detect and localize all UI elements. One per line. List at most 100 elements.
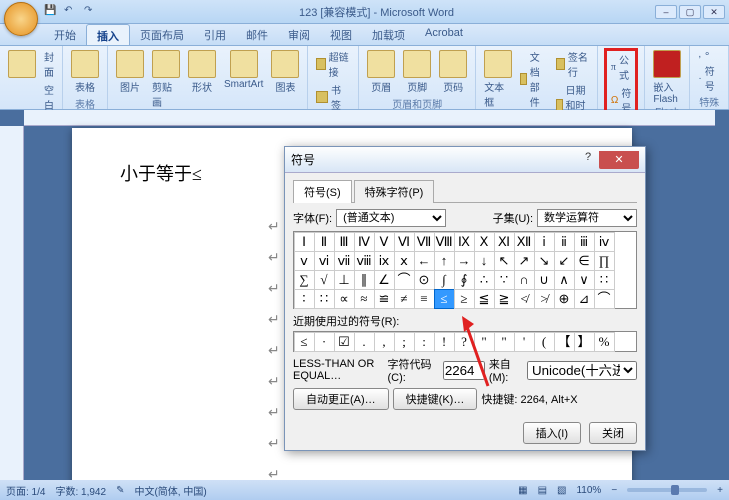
- dialog-titlebar[interactable]: 符号 ? ✕: [285, 147, 645, 173]
- symbol-cell[interactable]: Ⅻ: [514, 232, 535, 252]
- save-icon[interactable]: 💾: [44, 5, 58, 19]
- insert-button[interactable]: 插入(I): [523, 422, 581, 444]
- tab-layout[interactable]: 页面布局: [130, 24, 194, 45]
- symbol-cell[interactable]: ≧: [494, 289, 515, 309]
- cover-label[interactable]: 封面: [42, 48, 56, 80]
- hyperlink-button[interactable]: 超链接: [314, 48, 352, 80]
- cover-page-button[interactable]: [6, 48, 38, 80]
- special-symbol-button2[interactable]: · 符号: [696, 62, 722, 94]
- dialog-help-button[interactable]: ?: [577, 151, 599, 169]
- symbol-cell[interactable]: Ⅰ: [294, 232, 315, 252]
- symbol-cell[interactable]: ∫: [434, 270, 455, 290]
- symbol-cell[interactable]: ≠: [394, 289, 415, 309]
- symbol-cell[interactable]: Ⅹ: [474, 232, 495, 252]
- page-number-button[interactable]: 页码: [437, 48, 469, 96]
- symbol-cell[interactable]: √: [314, 270, 335, 290]
- symbol-cell[interactable]: ⅲ: [574, 232, 595, 252]
- symbol-cell[interactable]: ≌: [374, 289, 395, 309]
- symbol-cell[interactable]: ≮: [514, 289, 535, 309]
- maximize-button[interactable]: ▢: [679, 5, 701, 19]
- clipart-button[interactable]: 剪贴画: [150, 48, 182, 111]
- symbol-cell[interactable]: ⅹ: [394, 251, 415, 271]
- recent-symbol-cell[interactable]: :: [414, 332, 435, 352]
- code-input[interactable]: [443, 361, 485, 380]
- recent-symbol-cell[interactable]: ,: [374, 332, 395, 352]
- symbol-cell[interactable]: ∑: [294, 270, 315, 290]
- symbol-cell[interactable]: ⅵ: [314, 251, 335, 271]
- view-print-icon[interactable]: ▦: [518, 485, 527, 496]
- symbol-cell[interactable]: ↑: [434, 251, 455, 271]
- zoom-slider[interactable]: [627, 488, 707, 492]
- recent-symbol-cell[interactable]: ": [494, 332, 515, 352]
- symbol-cell[interactable]: Ⅺ: [494, 232, 515, 252]
- equation-button[interactable]: π 公式: [609, 51, 633, 83]
- shapes-button[interactable]: 形状: [186, 48, 218, 96]
- view-web-icon[interactable]: ▧: [557, 485, 566, 496]
- recent-symbol-cell[interactable]: ☑: [334, 332, 355, 352]
- symbol-cell[interactable]: ≦: [474, 289, 495, 309]
- header-button[interactable]: 页眉: [365, 48, 397, 96]
- chart-button[interactable]: 图表: [269, 48, 301, 96]
- recent-symbol-cell[interactable]: ': [514, 332, 535, 352]
- tab-review[interactable]: 审阅: [278, 24, 320, 45]
- recent-symbol-cell[interactable]: ": [474, 332, 495, 352]
- symbol-cell[interactable]: ⅷ: [354, 251, 375, 271]
- symbol-cell[interactable]: Ⅳ: [354, 232, 375, 252]
- symbol-cell[interactable]: ∠: [374, 270, 395, 290]
- symbol-cell[interactable]: ∥: [354, 270, 375, 290]
- redo-icon[interactable]: ↷: [84, 5, 98, 19]
- symbol-cell[interactable]: ⅳ: [594, 232, 615, 252]
- tab-mailings[interactable]: 邮件: [236, 24, 278, 45]
- recent-symbol-cell[interactable]: ≤: [294, 332, 315, 352]
- picture-button[interactable]: 图片: [114, 48, 146, 96]
- dialog-close-button[interactable]: ✕: [599, 151, 639, 169]
- subset-select[interactable]: 数学运算符: [537, 209, 637, 227]
- symbol-cell[interactable]: ⊕: [554, 289, 575, 309]
- table-button[interactable]: 表格: [69, 48, 101, 96]
- tab-addins[interactable]: 加载项: [362, 24, 415, 45]
- symbol-cell[interactable]: ≡: [414, 289, 435, 309]
- recent-symbol-cell[interactable]: 【: [554, 332, 575, 352]
- symbol-cell[interactable]: ∶: [294, 289, 315, 309]
- symbol-cell[interactable]: ∮: [454, 270, 475, 290]
- zoom-out-button[interactable]: −: [611, 485, 617, 496]
- footer-button[interactable]: 页脚: [401, 48, 433, 96]
- symbol-cell[interactable]: ⌒: [394, 270, 415, 290]
- dialog-tab-symbols[interactable]: 符号(S): [293, 180, 352, 203]
- symbol-cell[interactable]: ⅴ: [294, 251, 315, 271]
- undo-icon[interactable]: ↶: [64, 5, 78, 19]
- recent-symbol-cell[interactable]: .: [354, 332, 375, 352]
- symbol-cell[interactable]: ≥: [454, 289, 475, 309]
- symbol-cell[interactable]: ⅶ: [334, 251, 355, 271]
- tab-insert[interactable]: 插入: [86, 24, 130, 45]
- symbol-cell[interactable]: ∝: [334, 289, 355, 309]
- from-select[interactable]: Unicode(十六进制): [527, 361, 637, 380]
- symbol-cell[interactable]: Ⅶ: [414, 232, 435, 252]
- vertical-ruler[interactable]: [0, 126, 24, 480]
- font-select[interactable]: (普通文本): [336, 209, 446, 227]
- symbol-cell[interactable]: ⅸ: [374, 251, 395, 271]
- horizontal-ruler[interactable]: [24, 110, 715, 126]
- symbol-cell[interactable]: ↖: [494, 251, 515, 271]
- recent-symbol-cell[interactable]: ?: [454, 332, 475, 352]
- symbol-cell[interactable]: ∪: [534, 270, 555, 290]
- symbol-cell[interactable]: Ⅷ: [434, 232, 455, 252]
- symbol-cell[interactable]: →: [454, 251, 475, 271]
- tab-references[interactable]: 引用: [194, 24, 236, 45]
- symbol-cell[interactable]: ⊥: [334, 270, 355, 290]
- symbol-cell[interactable]: ≈: [354, 289, 375, 309]
- recent-symbol-cell[interactable]: ·: [314, 332, 335, 352]
- symbol-cell[interactable]: ⅱ: [554, 232, 575, 252]
- zoom-in-button[interactable]: +: [717, 485, 723, 496]
- symbol-cell[interactable]: ≯: [534, 289, 555, 309]
- symbol-cell[interactable]: ∈: [574, 251, 595, 271]
- smartart-button[interactable]: SmartArt: [222, 48, 265, 92]
- symbol-cell[interactable]: ⊿: [574, 289, 595, 309]
- textbox-button[interactable]: 文本框: [482, 48, 514, 111]
- quick-parts-button[interactable]: 文档部件: [518, 48, 550, 110]
- status-page[interactable]: 页面: 1/4: [6, 483, 45, 498]
- tab-view[interactable]: 视图: [320, 24, 362, 45]
- bookmark-button[interactable]: 书签: [314, 81, 352, 113]
- symbol-cell[interactable]: Ⅸ: [454, 232, 475, 252]
- cancel-button[interactable]: 关闭: [589, 422, 637, 444]
